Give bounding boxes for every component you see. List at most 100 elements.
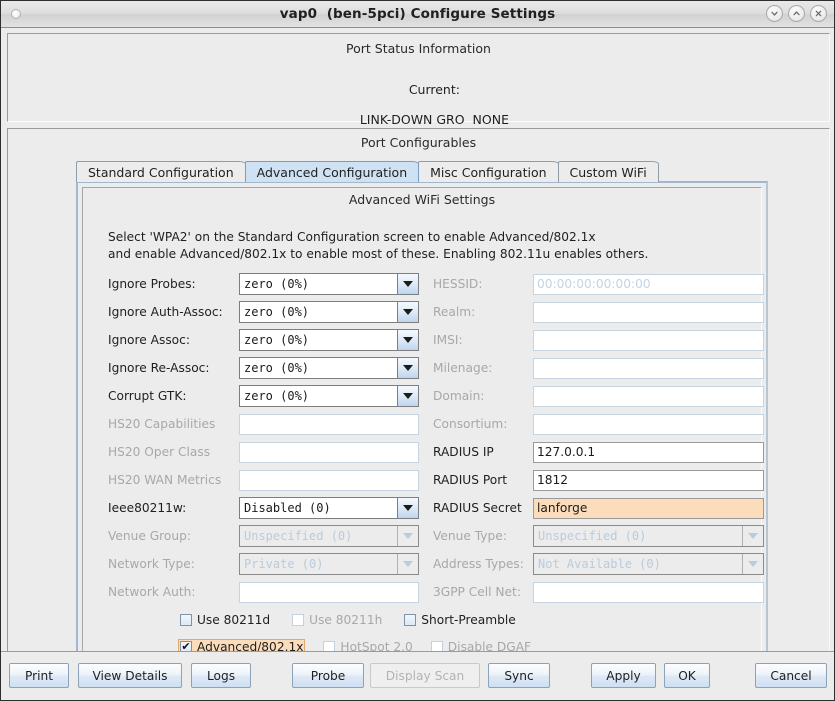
radius-ip-input[interactable] — [533, 441, 764, 463]
tab-misc-configuration[interactable]: Misc Configuration — [418, 161, 559, 182]
control-wrapper: zero (0%) — [239, 329, 419, 351]
window-menu-icon[interactable] — [11, 9, 21, 19]
corrupt-gtk-combo[interactable]: zero (0%) — [239, 385, 419, 407]
form-row: Ieee80211w: Disabled (0) RADIUS Secret — [83, 494, 764, 522]
radius-secret-input[interactable] — [533, 497, 764, 519]
probe-button[interactable]: Probe — [292, 663, 364, 688]
ignore-re-assoc-label: Ignore Re-Assoc: — [108, 361, 210, 375]
form-row: Ignore Probes: zero (0%) HESSID: — [83, 270, 764, 298]
chevron-down-icon[interactable] — [397, 302, 418, 322]
ignore-re-assoc-combo[interactable]: zero (0%) — [239, 357, 419, 379]
checkbox-use-80211h: Use 80211h — [290, 612, 384, 628]
realm-input — [533, 301, 764, 323]
form-row: HS20 Capabilities Consortium: — [83, 410, 764, 438]
hs20-wan-metrics-input — [239, 469, 419, 491]
ignore-auth-assoc-combo[interactable]: zero (0%) — [239, 301, 419, 323]
checkbox-advanced-802-1x[interactable]: ✔ Advanced/802.1x — [178, 638, 306, 651]
ieee80211w-combo-value: Disabled (0) — [244, 501, 331, 515]
control-wrapper: zero (0%) — [239, 357, 419, 379]
checkbox-use-80211d[interactable]: Use 80211d — [178, 612, 272, 628]
hs20-oper-class-label: HS20 Oper Class — [108, 445, 211, 459]
tab-advanced-configuration[interactable]: Advanced Configuration — [244, 161, 420, 182]
3gpp-cell-net-label: 3GPP Cell Net: — [433, 585, 521, 599]
close-button[interactable] — [810, 5, 827, 22]
checkbox-disable-dgaf: Disable DGAF — [429, 639, 533, 652]
current-value: LINK-DOWN GRO NONE — [359, 112, 509, 127]
form-row: Network Auth: 3GPP Cell Net: — [83, 578, 764, 606]
milenage-label: Milenage: — [433, 361, 493, 375]
corrupt-gtk-label: Corrupt GTK: — [108, 389, 187, 403]
window-title: vap0 (ben-5pci) Configure Settings — [279, 6, 556, 22]
chevron-down-icon[interactable] — [397, 274, 418, 294]
help-line-2: and enable Advanced/802.1x to enable mos… — [108, 247, 649, 261]
ignore-assoc-label: Ignore Assoc: — [108, 333, 190, 347]
checkbox-label: Disable DGAF — [447, 639, 532, 652]
checkbox-short-preamble[interactable]: Short-Preamble — [402, 612, 517, 628]
radius-ip-label: RADIUS IP — [433, 445, 494, 459]
hs20-oper-class-input — [239, 441, 419, 463]
chevron-down-icon — [397, 526, 418, 546]
address-types-label: Address Types: — [433, 557, 524, 571]
apply-button[interactable]: Apply — [591, 663, 656, 688]
hessid-input — [533, 273, 764, 295]
current-label: Current: — [408, 82, 460, 97]
tab-custom-wifi[interactable]: Custom WiFi — [557, 161, 659, 182]
checkbox-row: Use 80211d Use 80211h Short-Preamble — [83, 606, 761, 633]
network-auth-label: Network Auth: — [108, 585, 196, 599]
ignore-probes-label: Ignore Probes: — [108, 277, 196, 291]
ignore-probes-combo[interactable]: zero (0%) — [239, 273, 419, 295]
logs-button[interactable]: Logs — [191, 663, 251, 688]
maximize-button[interactable] — [788, 5, 805, 22]
control-wrapper — [533, 581, 764, 603]
checkbox-checked-icon: ✔ — [180, 640, 192, 651]
radius-port-input[interactable] — [533, 469, 764, 491]
form-row: Ignore Re-Assoc: zero (0%) Milenage: — [83, 354, 764, 382]
corrupt-gtk-combo-value: zero (0%) — [244, 389, 310, 403]
print-button[interactable]: Print — [9, 663, 69, 688]
ignore-probes-combo-value: zero (0%) — [244, 277, 310, 291]
chevron-down-icon[interactable] — [397, 386, 418, 406]
advanced-wifi-settings-title: Advanced WiFi Settings — [348, 192, 496, 207]
checkbox-unchecked-icon — [430, 640, 443, 651]
ignore-auth-assoc-combo-value: zero (0%) — [244, 305, 310, 319]
chevron-down-icon[interactable] — [397, 330, 418, 350]
view-details-button[interactable]: View Details — [78, 663, 182, 688]
form-row: Corrupt GTK: zero (0%) Domain: — [83, 382, 764, 410]
tab-standard-configuration[interactable]: Standard Configuration — [76, 161, 246, 182]
network-type-combo-value: Private (0) — [244, 557, 324, 571]
venue-type-combo: Unspecified (0) — [533, 525, 764, 547]
control-wrapper — [533, 385, 764, 407]
3gpp-cell-net-input — [533, 581, 764, 603]
help-line-1: Select 'WPA2' on the Standard Configurat… — [108, 230, 596, 244]
ok-button[interactable]: OK — [664, 663, 710, 688]
realm-label: Realm: — [433, 305, 476, 319]
control-wrapper — [533, 441, 764, 463]
control-wrapper — [533, 469, 764, 491]
control-wrapper — [533, 273, 764, 295]
advanced-configuration-panel: Advanced WiFi Settings Select 'WPA2' on … — [76, 181, 768, 651]
checkbox-label: Use 80211h — [309, 612, 383, 627]
window-controls — [766, 5, 827, 22]
minimize-button[interactable] — [766, 5, 783, 22]
consortium-label: Consortium: — [433, 417, 508, 431]
checkbox-row: ✔ Advanced/802.1x HotSpot 2.0 Disable DGAF — [83, 633, 761, 651]
control-wrapper — [533, 301, 764, 323]
ignore-assoc-combo-value: zero (0%) — [244, 333, 310, 347]
control-wrapper — [533, 413, 764, 435]
ignore-assoc-combo[interactable]: zero (0%) — [239, 329, 419, 351]
ignore-auth-assoc-label: Ignore Auth-Assoc: — [108, 305, 223, 319]
chevron-down-icon[interactable] — [397, 498, 418, 518]
ieee80211w-combo[interactable]: Disabled (0) — [239, 497, 419, 519]
hs20-wan-metrics-label: HS20 WAN Metrics — [108, 473, 222, 487]
domain-input — [533, 385, 764, 407]
cancel-button[interactable]: Cancel — [755, 663, 827, 688]
control-wrapper: Disabled (0) — [239, 497, 419, 519]
chevron-down-icon[interactable] — [397, 358, 418, 378]
hs20-capabilities-input — [239, 413, 419, 435]
advanced-wifi-settings-panel: Advanced WiFi Settings Select 'WPA2' on … — [82, 187, 764, 651]
imsi-label: IMSI: — [433, 333, 463, 347]
window-titlebar: vap0 (ben-5pci) Configure Settings — [1, 1, 834, 28]
sync-button[interactable]: Sync — [488, 663, 550, 688]
control-wrapper — [533, 357, 764, 379]
ignore-re-assoc-combo-value: zero (0%) — [244, 361, 310, 375]
